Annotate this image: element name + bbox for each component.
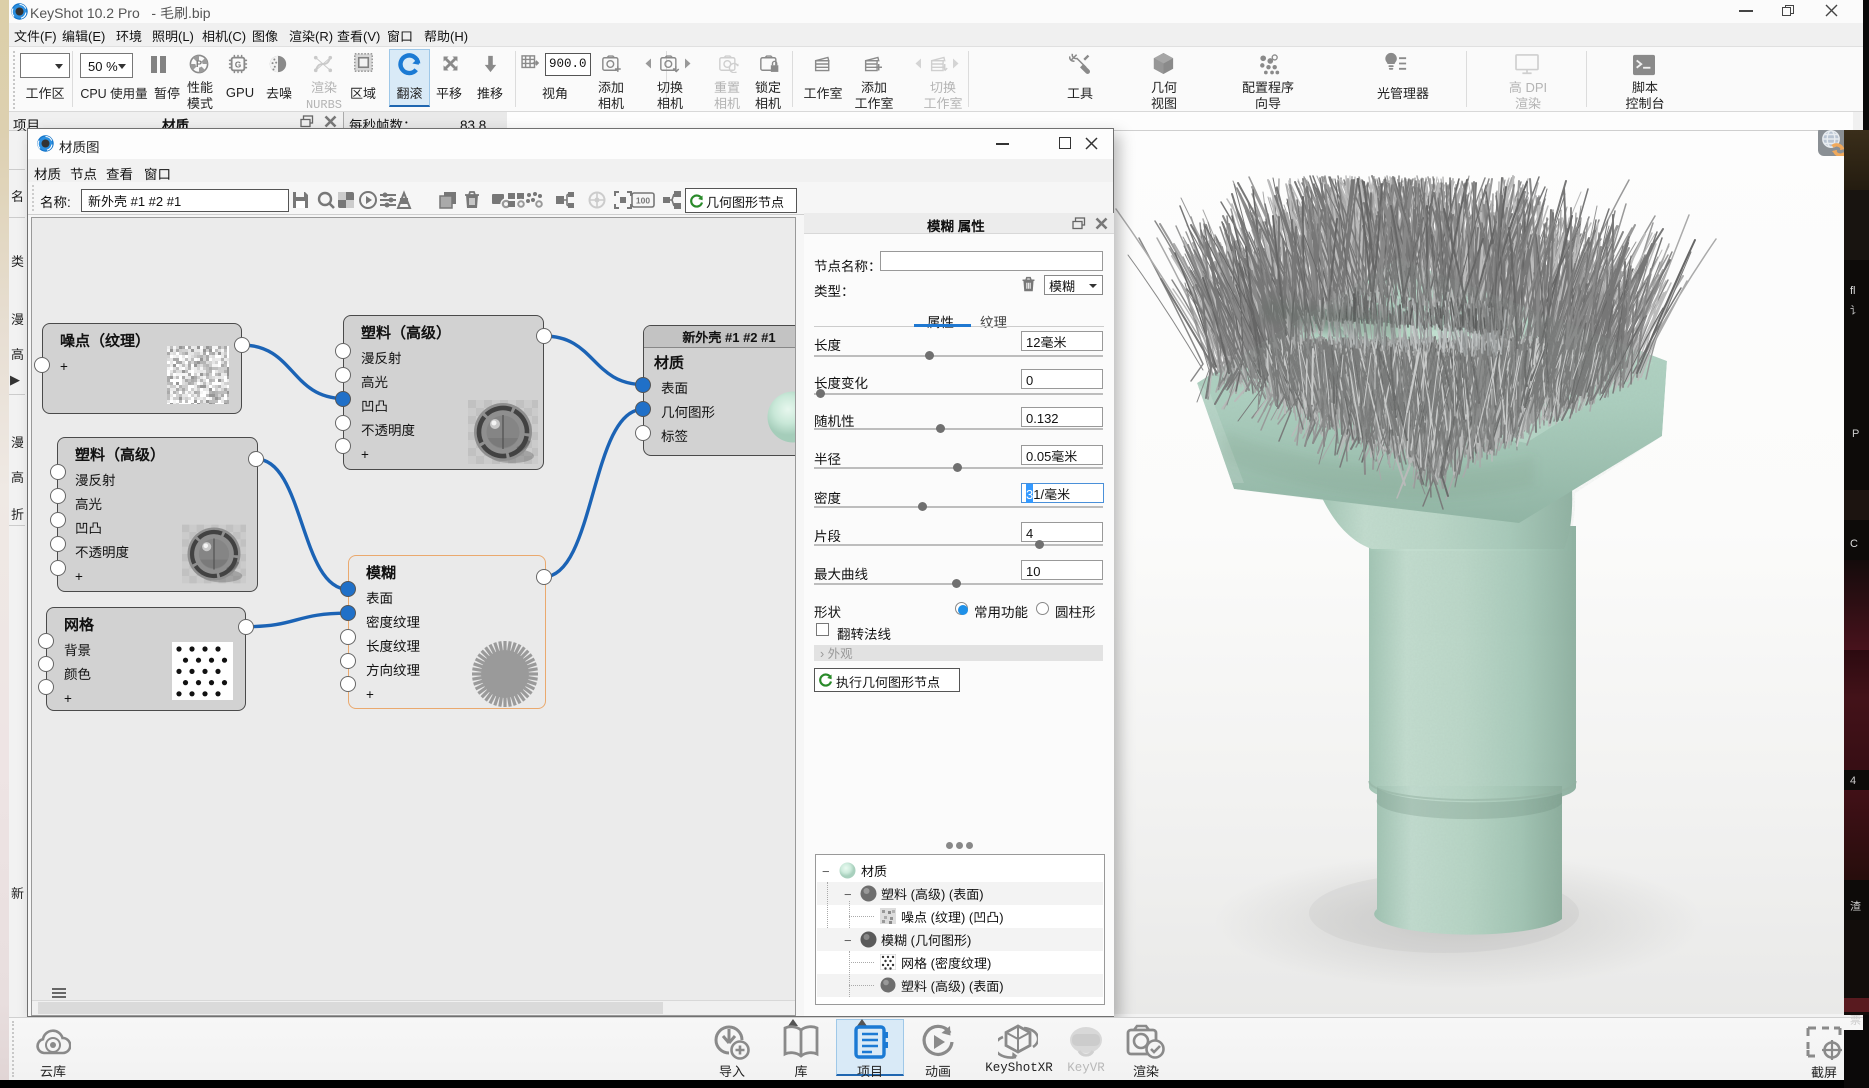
svg-text:G: G xyxy=(235,61,241,70)
svg-text:P: P xyxy=(196,59,202,69)
svg-text:100: 100 xyxy=(636,196,650,206)
